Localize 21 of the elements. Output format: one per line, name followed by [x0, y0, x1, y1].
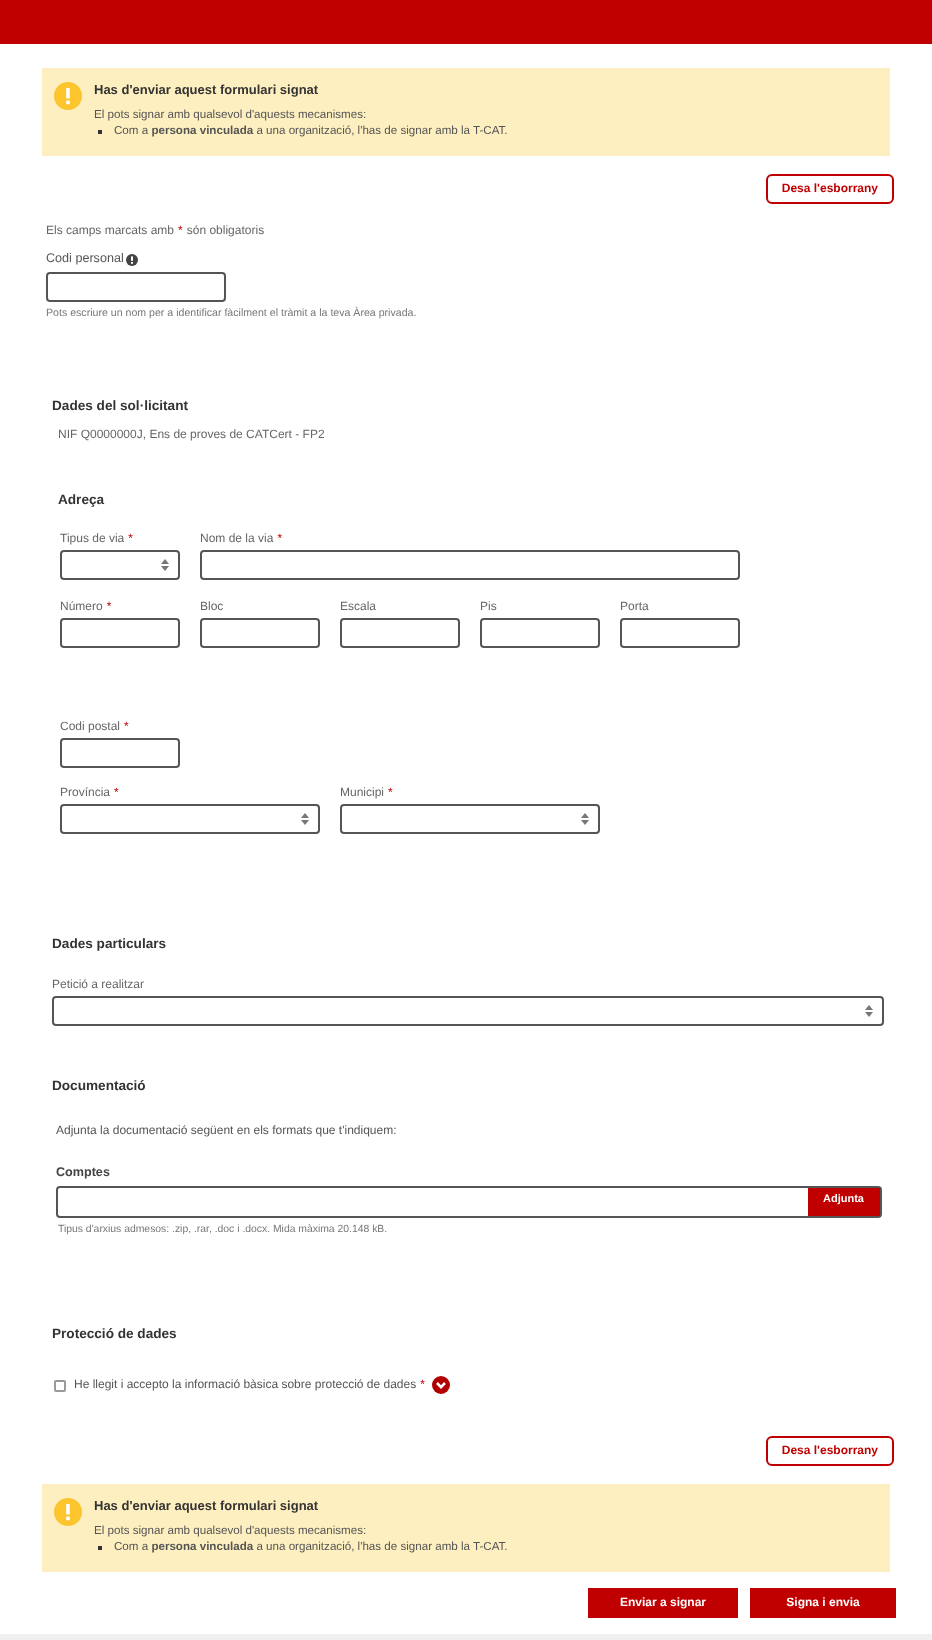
select-field[interactable]	[340, 804, 600, 834]
input-field[interactable]	[60, 738, 180, 768]
input-field[interactable]	[200, 550, 740, 580]
select-field[interactable]	[52, 996, 884, 1026]
checkbox[interactable]	[54, 1379, 66, 1391]
input-field[interactable]	[340, 618, 460, 648]
warning-icon	[54, 1498, 82, 1526]
input-field[interactable]	[60, 618, 180, 648]
input-field[interactable]	[620, 618, 740, 648]
updown-icon	[580, 812, 590, 826]
updown-icon	[864, 1004, 874, 1018]
chevron-down-icon[interactable]	[432, 1376, 451, 1394]
input-field[interactable]	[480, 618, 600, 648]
input-field[interactable]	[46, 272, 226, 302]
updown-icon	[300, 812, 310, 826]
input-field[interactable]	[200, 618, 320, 648]
updown-icon	[160, 558, 170, 572]
help-icon[interactable]	[125, 254, 138, 266]
warning-icon	[54, 82, 82, 110]
select-field[interactable]	[60, 804, 320, 834]
select-field[interactable]	[60, 550, 180, 580]
